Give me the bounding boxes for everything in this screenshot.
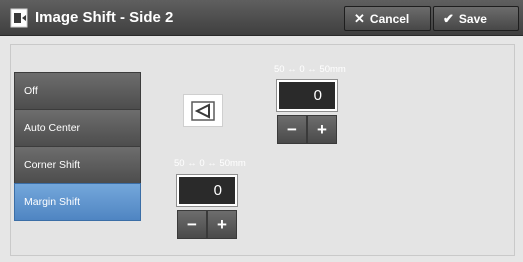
option-auto-center[interactable]: Auto Center bbox=[14, 109, 141, 147]
vertical-value-field[interactable]: 0 bbox=[276, 79, 338, 112]
horizontal-range-label: 50 ↔ 0 ↔ 50mm bbox=[174, 158, 246, 169]
vertical-range-label: 50 ↔ 0 ↔ 50mm bbox=[274, 64, 346, 75]
option-label: Off bbox=[24, 85, 38, 97]
horizontal-increase-button[interactable]: + bbox=[207, 210, 237, 239]
direction-arrow-icon bbox=[191, 100, 215, 121]
cancel-button[interactable]: ✕ Cancel bbox=[344, 6, 431, 31]
cancel-label: Cancel bbox=[369, 11, 410, 26]
horizontal-decrease-button[interactable]: − bbox=[177, 210, 207, 239]
image-shift-icon bbox=[10, 8, 28, 28]
option-corner-shift[interactable]: Corner Shift bbox=[14, 146, 141, 184]
title-bar: Image Shift - Side 2 ✕ Cancel ✔ Save bbox=[0, 0, 523, 36]
save-label: Save bbox=[458, 11, 487, 26]
dialog-window: Image Shift - Side 2 ✕ Cancel ✔ Save Off… bbox=[0, 0, 523, 262]
horizontal-value-field[interactable]: 0 bbox=[176, 174, 238, 207]
option-margin-shift[interactable]: Margin Shift bbox=[14, 183, 141, 221]
checkmark-icon: ✔ bbox=[443, 10, 454, 26]
close-icon: ✕ bbox=[354, 10, 365, 26]
option-label: Auto Center bbox=[24, 122, 81, 134]
option-label: Margin Shift bbox=[24, 196, 81, 208]
option-off[interactable]: Off bbox=[14, 72, 141, 110]
option-label: Corner Shift bbox=[24, 159, 81, 171]
side-edge-direction-icon bbox=[183, 94, 223, 127]
vertical-decrease-button[interactable]: − bbox=[277, 115, 307, 144]
save-button[interactable]: ✔ Save bbox=[433, 6, 519, 31]
page-title: Image Shift - Side 2 bbox=[35, 9, 174, 26]
vertical-increase-button[interactable]: + bbox=[307, 115, 337, 144]
